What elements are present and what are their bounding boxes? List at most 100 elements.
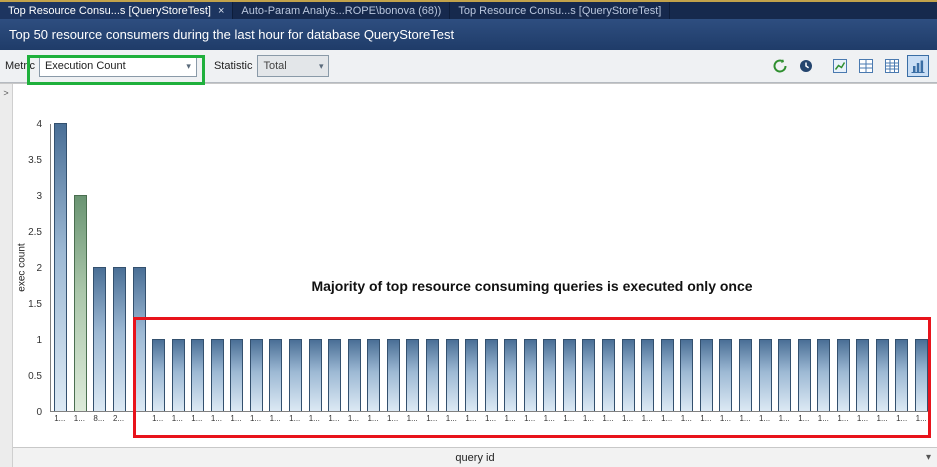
x-tick-label: 1... [363,412,383,426]
x-tick-label: 1... [148,412,168,426]
x-tick-label: 1... [187,412,207,426]
y-tick-label: 2.5 [16,227,42,238]
collapsed-side-panel[interactable]: > [0,84,13,467]
x-axis-footer[interactable]: query id ▾ [13,447,937,467]
bar[interactable] [250,339,263,411]
chart-view-icon[interactable] [907,55,929,77]
y-tick-label: 3.5 [16,155,42,166]
bar[interactable] [700,339,713,411]
bar[interactable] [191,339,204,411]
grid-extra-view-icon[interactable] [881,55,903,77]
bar[interactable] [778,339,791,411]
y-tick-label: 4 [16,119,42,130]
bar[interactable] [915,339,928,411]
bar[interactable] [367,339,380,411]
x-tick-label: 1... [774,412,794,426]
bar-column [364,339,384,411]
tab-top-resource-consumers-2[interactable]: Top Resource Consu...s [QueryStoreTest] [450,2,670,19]
grid-view-icon[interactable] [855,55,877,77]
bar-column [834,339,854,411]
bar-column [344,339,364,411]
bar[interactable] [759,339,772,411]
bar[interactable] [485,339,498,411]
configure-time-icon[interactable] [795,55,817,77]
bar-column [462,339,482,411]
bar[interactable] [426,339,439,411]
y-axis: 00.511.522.533.54 [19,124,45,412]
bar-column [794,339,814,411]
bar[interactable] [856,339,869,411]
bar-column [853,339,873,411]
bar[interactable] [680,339,693,411]
bar[interactable] [837,339,850,411]
x-tick-label: 1... [226,412,246,426]
x-tick-label: 1... [794,412,814,426]
bar[interactable] [563,339,576,411]
bar[interactable] [622,339,635,411]
bar[interactable] [172,339,185,411]
bar[interactable] [739,339,752,411]
bars-row [50,124,931,412]
bar[interactable] [582,339,595,411]
tab-auto-param-analysis[interactable]: Auto-Param Analys...ROPE\bonova (68)) [233,2,450,19]
bar-column [305,339,325,411]
metric-dropdown[interactable]: Execution Count ▾ [39,55,197,77]
chevron-down-icon[interactable]: ▾ [926,452,931,463]
bar[interactable] [269,339,282,411]
bar[interactable] [543,339,556,411]
close-icon[interactable]: × [218,6,224,16]
bar[interactable] [211,339,224,411]
statistic-label: Statistic [214,60,253,72]
bar[interactable] [817,339,830,411]
labels-row: 1...1...8...2...1...1...1...1...1...1...… [50,412,931,426]
bar[interactable] [230,339,243,411]
bar-column [423,339,443,411]
bar[interactable] [446,339,459,411]
bar[interactable] [504,339,517,411]
x-tick-label: 1... [167,412,187,426]
bar[interactable] [661,339,674,411]
bar-column [814,339,834,411]
bar-column [873,339,893,411]
bar[interactable] [876,339,889,411]
bar[interactable] [113,267,126,411]
report-title-bar: Top 50 resource consumers during the las… [0,19,937,50]
x-tick-label: 1... [911,412,931,426]
tab-label: Top Resource Consu...s [QueryStoreTest] [458,5,661,17]
bar[interactable] [602,339,615,411]
bar-column [501,339,521,411]
expand-panel-icon[interactable]: > [3,88,8,98]
y-tick-label: 0.5 [16,371,42,382]
bar[interactable] [133,267,146,411]
bar-selected[interactable] [74,195,87,411]
bar[interactable] [798,339,811,411]
bar[interactable] [152,339,165,411]
bar[interactable] [465,339,478,411]
bar[interactable] [328,339,341,411]
bar[interactable] [54,123,67,411]
bar-column [168,339,188,411]
x-axis-title: query id [455,452,494,464]
bar[interactable] [289,339,302,411]
bar[interactable] [895,339,908,411]
bar[interactable] [309,339,322,411]
tab-top-resource-consumers-1[interactable]: Top Resource Consu...s [QueryStoreTest] … [0,2,233,19]
x-tick-label: 1... [559,412,579,426]
bar[interactable] [387,339,400,411]
bar-column [51,123,71,411]
bar[interactable] [93,267,106,411]
bar[interactable] [641,339,654,411]
x-tick-label: 1... [716,412,736,426]
bar[interactable] [406,339,419,411]
bar[interactable] [719,339,732,411]
refresh-icon[interactable] [769,55,791,77]
x-tick-label: 1... [657,412,677,426]
bar-column [286,339,306,411]
bar[interactable] [524,339,537,411]
bar[interactable] [348,339,361,411]
metrics-chart-icon[interactable] [829,55,851,77]
statistic-dropdown[interactable]: Total ▾ [257,55,329,77]
y-tick-label: 3 [16,191,42,202]
bar-column [540,339,560,411]
x-tick-label: 1... [539,412,559,426]
